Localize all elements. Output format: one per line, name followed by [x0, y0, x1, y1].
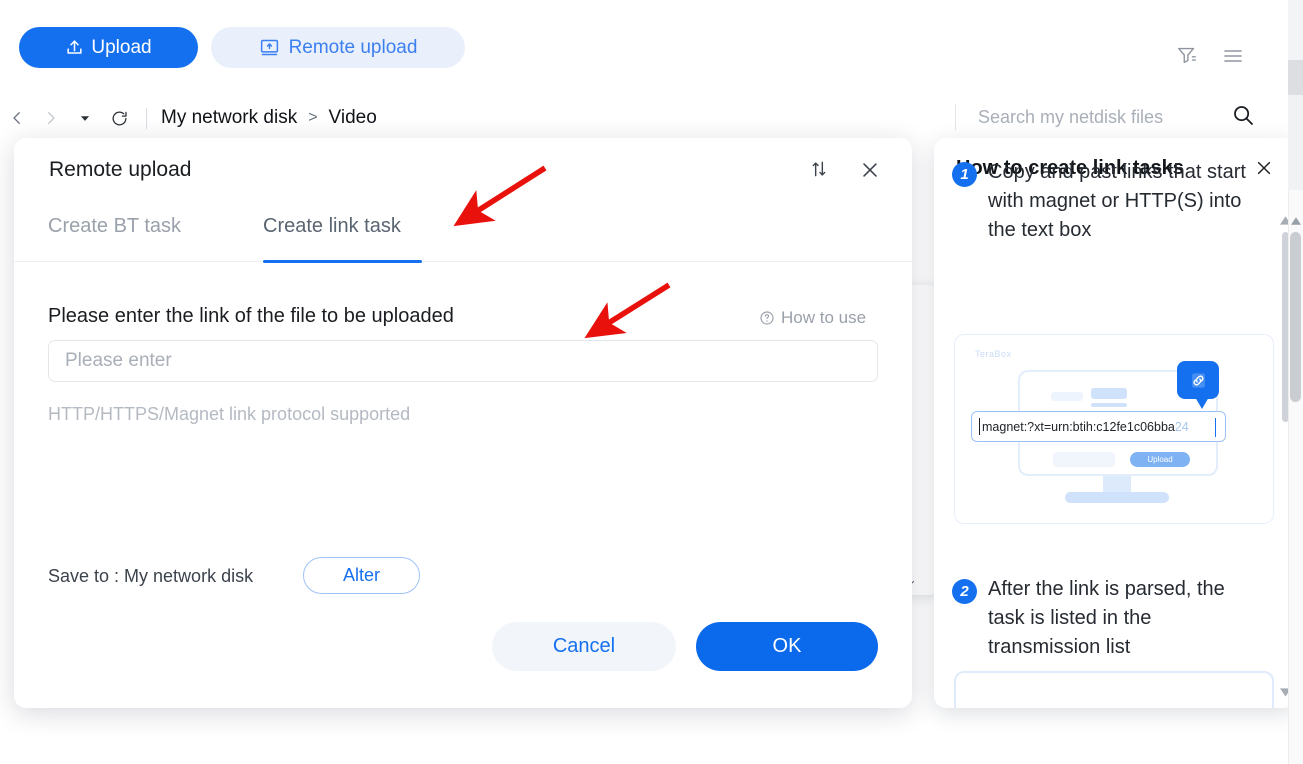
- remote-upload-button[interactable]: Remote upload: [211, 27, 465, 68]
- search-input[interactable]: [978, 104, 1218, 130]
- help-illustration-1: TeraBox Upload magnet:?xt=urn:btih:c12fe…: [954, 334, 1274, 524]
- help-panel: How to create link tasks 1 Copy and past…: [934, 138, 1295, 708]
- filter-icon[interactable]: [1176, 44, 1198, 66]
- help-step-1-number: 1: [952, 162, 977, 187]
- link-field-label: Please enter the link of the file to be …: [48, 305, 454, 327]
- help-step-2-number: 2: [952, 579, 977, 604]
- monitor-placeholder-line-1: [1051, 392, 1083, 401]
- remote-upload-button-label: Remote upload: [288, 36, 418, 58]
- help-step-2: 2 After the link is parsed, the task is …: [952, 575, 1258, 662]
- text-cursor-left: [979, 418, 980, 435]
- monitor-placeholder-line-2: [1091, 388, 1127, 399]
- search-divider: [955, 104, 956, 130]
- back-button[interactable]: [0, 104, 34, 132]
- how-to-use-link[interactable]: How to use: [759, 308, 866, 328]
- help-panel-close-icon[interactable]: [1254, 158, 1274, 183]
- terabox-logo-text: TeraBox: [975, 349, 1012, 359]
- monitor-placeholder-line-3: [1091, 403, 1127, 407]
- active-tab-underline: [263, 260, 422, 263]
- question-circle-icon: [759, 310, 775, 326]
- link-badge-tail: [1195, 397, 1209, 409]
- illustration-url-text: magnet:?xt=urn:btih:c12fe1c06bba: [982, 419, 1175, 434]
- remote-upload-monitor-icon: [259, 37, 280, 58]
- save-to-label: Save to : My network disk: [48, 566, 254, 586]
- text-cursor-right: [1214, 418, 1216, 437]
- tab-create-bt-task[interactable]: Create BT task: [48, 215, 181, 262]
- navigation-bar: My network disk > Video: [0, 103, 377, 133]
- monitor-stand-base: [1065, 492, 1169, 503]
- mini-form-field: [1053, 452, 1115, 467]
- search-icon[interactable]: [1231, 103, 1255, 132]
- forward-button[interactable]: [34, 104, 68, 132]
- upload-button[interactable]: Upload: [19, 27, 198, 68]
- tab-create-link-task[interactable]: Create link task: [263, 215, 401, 262]
- dialog-close-icon[interactable]: [859, 159, 881, 181]
- browser-scrollbar-thumb[interactable]: [1290, 232, 1301, 402]
- link-badge: [1177, 361, 1219, 399]
- link-input[interactable]: [48, 340, 878, 382]
- refresh-button[interactable]: [102, 104, 136, 132]
- help-step-2-text: After the link is parsed, the task is li…: [988, 578, 1225, 658]
- window-edge-top: [1288, 0, 1303, 60]
- window-edge-mid: [1288, 60, 1303, 95]
- illustration-url-text-faded: 24: [1174, 419, 1189, 434]
- monitor-stand-neck: [1103, 476, 1131, 493]
- illustration-url-box: magnet:?xt=urn:btih:c12fe1c06bba24: [971, 411, 1226, 442]
- alter-button[interactable]: Alter: [303, 557, 420, 594]
- how-to-use-label: How to use: [781, 308, 867, 327]
- help-step-1: 1 Copy and past links that start with ma…: [952, 158, 1252, 245]
- mini-upload-button: Upload: [1130, 452, 1190, 467]
- dialog-tabs: Create BT task Create link task: [14, 215, 912, 263]
- nav-separator: [146, 107, 147, 129]
- browser-scroll-up-arrow-icon[interactable]: [1291, 212, 1301, 230]
- protocol-hint: HTTP/HTTPS/Magnet link protocol supporte…: [48, 404, 411, 424]
- toolbar-divider: [0, 92, 1295, 93]
- window-edge-low: [1288, 95, 1303, 190]
- history-dropdown-button[interactable]: [68, 104, 102, 132]
- ok-button[interactable]: OK: [696, 622, 878, 671]
- remote-upload-dialog: Remote upload Create BT task Create link…: [14, 138, 912, 708]
- link-chain-icon: [1189, 371, 1208, 390]
- upload-arrow-icon: [65, 38, 84, 57]
- upload-button-label: Upload: [91, 36, 152, 58]
- dialog-title: Remote upload: [49, 158, 192, 181]
- breadcrumb-separator: >: [308, 109, 318, 126]
- help-illustration-2: [954, 671, 1274, 708]
- transfer-up-down-icon[interactable]: [809, 159, 829, 179]
- breadcrumb-item-my-network-disk[interactable]: My network disk: [161, 107, 297, 129]
- breadcrumb-item-video[interactable]: Video: [329, 107, 377, 129]
- hamburger-menu-icon[interactable]: [1221, 44, 1245, 68]
- cancel-button[interactable]: Cancel: [492, 622, 676, 671]
- help-step-1-text: Copy and past links that start with magn…: [988, 161, 1246, 241]
